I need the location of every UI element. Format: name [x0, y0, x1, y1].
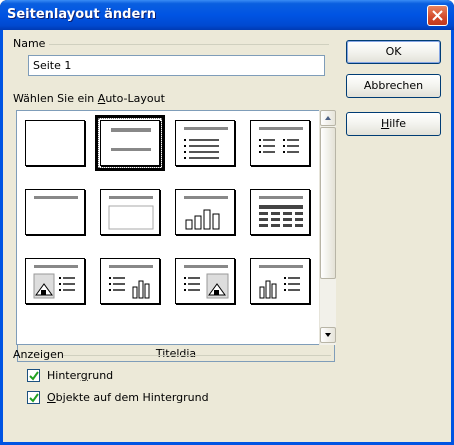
title-text-image-layout-icon [184, 265, 229, 299]
title-only-layout-icon [34, 196, 78, 199]
selected-layout-caption: Titeldia [17, 345, 335, 362]
background-checkbox[interactable] [27, 369, 40, 382]
background-objects-checkbox-label[interactable]: Objekte auf dem Hintergrund [47, 391, 209, 404]
scroll-down-button[interactable] [320, 327, 336, 343]
title-text-chart-layout-icon [109, 265, 153, 299]
name-label: Name [13, 37, 46, 50]
layout-tile-blank[interactable] [25, 120, 85, 166]
arrow-up-icon [325, 116, 331, 120]
dialog-window: Seitenlayout ändern Name Seite 1 Wählen … [0, 0, 454, 445]
check-icon [29, 371, 39, 381]
layout-tile-title-table[interactable] [250, 189, 310, 235]
title-table-layout-icon [259, 196, 303, 227]
layout-scrollbar[interactable] [319, 110, 336, 345]
background-checkbox-label[interactable]: Hintergrund [47, 369, 113, 382]
title-slide-layout-icon [111, 128, 151, 151]
layout-tile-title-text-chart[interactable] [100, 258, 160, 304]
layout-tile-title-chart[interactable] [175, 189, 235, 235]
layout-tile-title-content[interactable] [100, 189, 160, 235]
window-title: Seitenlayout ändern [7, 7, 156, 22]
title-chart-text-layout-icon [259, 265, 303, 299]
layout-tile-title-two-text[interactable] [250, 120, 310, 166]
layout-tile-title-image-text[interactable] [25, 258, 85, 304]
name-divider [49, 44, 329, 45]
title-text-layout-icon [184, 127, 228, 159]
arrow-down-icon [325, 333, 331, 337]
layout-tile-title-text-image[interactable] [175, 258, 235, 304]
title-bar[interactable]: Seitenlayout ändern [0, 0, 454, 30]
help-button[interactable]: Hilfe [346, 112, 441, 136]
display-label: Anzeigen [13, 348, 64, 361]
close-button[interactable] [427, 5, 448, 26]
layout-grid[interactable] [16, 110, 336, 345]
layout-tile-title-slide[interactable] [95, 115, 165, 171]
scroll-thumb[interactable] [320, 127, 336, 279]
name-field[interactable]: Seite 1 [28, 55, 325, 76]
background-objects-checkbox[interactable] [27, 391, 40, 404]
title-two-text-layout-icon [259, 127, 303, 153]
layout-tile-title-only[interactable] [25, 189, 85, 235]
check-icon [29, 393, 39, 403]
ok-button[interactable]: OK [346, 40, 441, 64]
title-content-layout-icon [108, 196, 154, 230]
cancel-button[interactable]: Abbrechen [346, 74, 441, 98]
display-divider [63, 355, 331, 356]
dialog-body: Name Seite 1 Wählen Sie ein Auto-Layout [3, 30, 451, 442]
auto-layout-label: Wählen Sie ein Auto-Layout [13, 92, 165, 105]
close-icon [432, 10, 443, 21]
layout-tile-title-chart-text[interactable] [250, 258, 310, 304]
scroll-up-button[interactable] [320, 110, 336, 126]
layout-tile-title-text[interactable] [175, 120, 235, 166]
title-image-text-layout-icon [33, 265, 78, 299]
title-chart-layout-icon [184, 196, 228, 230]
